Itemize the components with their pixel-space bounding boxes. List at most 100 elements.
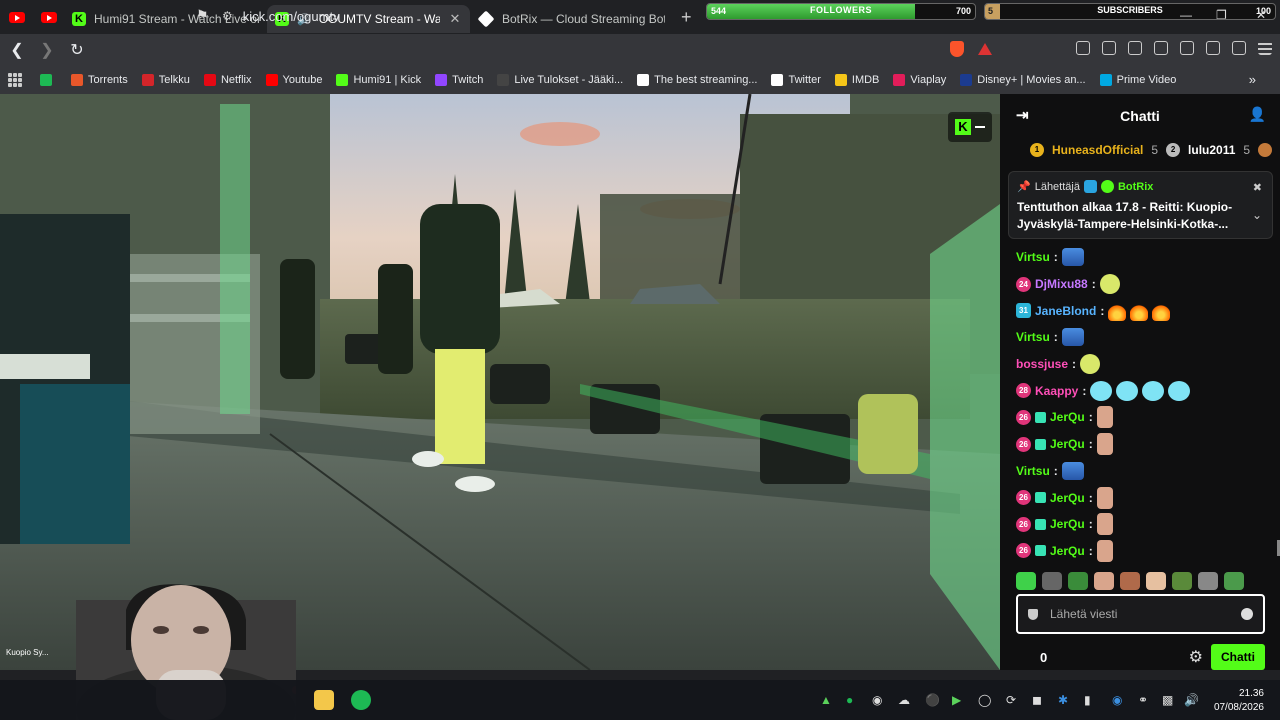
pinned-message[interactable]: 📌 Lähettäjä BotRix Tenttuthon alkaa 17.8… [1008, 171, 1273, 239]
spotify-icon[interactable] [351, 690, 371, 710]
extensions-icon[interactable] [1102, 41, 1116, 55]
chat-settings-icon[interactable]: ⚙ [1189, 647, 1203, 667]
quick-emote-icon[interactable] [1172, 572, 1192, 590]
battery-icon[interactable]: ▮ [1084, 693, 1091, 707]
hand-emote-icon[interactable] [1096, 406, 1113, 429]
chat-username[interactable]: bossjuse [1016, 357, 1068, 371]
chat-username[interactable]: JerQu [1050, 437, 1085, 451]
bookmark-item[interactable]: Youtube [265, 74, 322, 86]
pinned-tab-youtube-1[interactable] [2, 4, 32, 30]
hide-pinned-icon[interactable]: ✖ [1253, 181, 1262, 194]
chat-username[interactable]: JaneBlond [1035, 304, 1096, 318]
fire-emote-icon[interactable] [1152, 300, 1171, 321]
chat-username[interactable]: Virtsu [1016, 250, 1050, 264]
ice-emote-icon[interactable] [1090, 380, 1113, 401]
bookmark-item[interactable]: Disney+ | Movies an... [960, 74, 1086, 86]
bookmark-item[interactable]: Netflix [203, 74, 252, 86]
vpn-icon[interactable] [1232, 41, 1246, 55]
hand-emote-icon[interactable] [1096, 539, 1113, 562]
bookmark-item[interactable]: The best streaming... [637, 74, 757, 86]
volume-icon[interactable]: 🔊 [1184, 693, 1199, 707]
quick-emote-icon[interactable] [1042, 572, 1062, 590]
bookmark-item[interactable]: Torrents [71, 74, 128, 86]
quick-emote-icon[interactable] [1068, 572, 1088, 590]
chat-username[interactable]: JerQu [1050, 410, 1085, 424]
gamepad-icon[interactable]: ◼ [1032, 693, 1042, 707]
menu-icon[interactable] [1258, 41, 1272, 55]
bookmark-item[interactable]: Viaplay [893, 74, 946, 86]
chat-username[interactable]: Virtsu [1016, 330, 1050, 344]
forward-button[interactable]: ❯ [34, 40, 60, 60]
gifter-name[interactable]: HuneasdOfficial [1052, 143, 1143, 157]
chat-username[interactable]: Virtsu [1016, 464, 1050, 478]
shield-icon[interactable] [1028, 608, 1038, 620]
translate-icon[interactable] [1076, 41, 1090, 55]
send-chat-button[interactable]: Chatti [1211, 644, 1265, 670]
quick-emote-icon[interactable] [1224, 572, 1244, 590]
network-icon[interactable]: ▩ [1162, 693, 1173, 707]
channel-points[interactable]: 0 [1040, 650, 1047, 665]
discord-icon[interactable]: ◉ [872, 693, 882, 707]
bookmark-item[interactable] [40, 74, 57, 86]
chat-input-box[interactable] [1016, 594, 1265, 634]
collapse-chat-icon[interactable]: ⇥ [1016, 106, 1029, 124]
back-button[interactable]: ❮ [4, 40, 30, 60]
bookmark-icon[interactable]: ⚑ [196, 7, 209, 24]
bookmark-item[interactable]: Prime Video [1099, 74, 1176, 86]
microphone-icon[interactable]: ⚭ [1138, 693, 1148, 707]
emoji-picker-icon[interactable] [1241, 608, 1253, 620]
security-icon[interactable]: ◉ [1112, 693, 1122, 707]
bookmark-item[interactable]: Telkku [141, 74, 190, 86]
car-emote-icon[interactable] [1061, 461, 1084, 480]
chat-username[interactable]: JerQu [1050, 491, 1085, 505]
file-explorer-icon[interactable] [314, 690, 334, 710]
bookmark-item[interactable]: Live Tulokset - Jääki... [497, 74, 623, 86]
ice-emote-icon[interactable] [1116, 380, 1139, 401]
blob-emote-icon[interactable] [1099, 274, 1120, 295]
quick-emote-icon[interactable] [1146, 572, 1166, 590]
address-bar[interactable]: ⚙ kick.com/ogumtv [222, 4, 1002, 28]
ice-emote-icon[interactable] [1168, 380, 1191, 401]
hand-emote-icon[interactable] [1096, 433, 1113, 456]
chat-input[interactable] [1050, 607, 1229, 621]
site-settings-icon[interactable]: ⚙ [222, 9, 233, 23]
bluetooth-icon[interactable]: ✱ [1058, 693, 1068, 707]
bookmark-item[interactable]: IMDB [834, 74, 879, 86]
quick-emote-icon[interactable] [1120, 572, 1140, 590]
fire-emote-icon[interactable] [1108, 300, 1127, 321]
onedrive-icon[interactable]: ☁ [898, 693, 910, 707]
hand-emote-icon[interactable] [1096, 486, 1113, 509]
wallet-icon[interactable] [1180, 41, 1194, 55]
pinned-by-user[interactable]: BotRix [1118, 181, 1153, 193]
minimize-button[interactable]: — [1180, 8, 1192, 22]
reload-button[interactable]: ↻ [64, 40, 90, 60]
sync-icon[interactable]: ⟳ [1006, 693, 1016, 707]
nvidia-icon[interactable]: ▲ [820, 693, 832, 707]
media-icon[interactable] [1128, 41, 1142, 55]
apps-grid-icon[interactable] [8, 73, 22, 87]
obs-icon[interactable]: ◯ [978, 693, 991, 707]
play-icon[interactable]: ▶ [952, 693, 961, 707]
more-bookmarks-icon[interactable]: » [1249, 72, 1256, 87]
pinned-tab-youtube-2[interactable] [34, 4, 64, 30]
close-window-button[interactable]: ✕ [1256, 8, 1266, 22]
chat-username[interactable]: Kaappy [1035, 384, 1078, 398]
gifter-name[interactable]: lulu2011 [1188, 143, 1235, 157]
chat-username[interactable]: JerQu [1050, 544, 1085, 558]
steam-icon[interactable]: ⚫ [925, 693, 940, 707]
chat-username[interactable]: JerQu [1050, 517, 1085, 531]
brave-shields-icon[interactable] [950, 41, 964, 57]
leo-ai-icon[interactable] [1206, 41, 1220, 55]
sidebar-icon[interactable] [1154, 41, 1168, 55]
brave-rewards-icon[interactable] [978, 43, 992, 55]
spotify-tray-icon[interactable]: ● [846, 693, 853, 707]
bookmark-item[interactable]: Humi91 | Kick [336, 74, 421, 86]
quick-emote-icon[interactable] [1094, 572, 1114, 590]
fire-emote-icon[interactable] [1130, 300, 1149, 321]
bookmark-item[interactable]: Twitch [435, 74, 483, 86]
quick-emote-icon[interactable] [1016, 572, 1036, 590]
ice-emote-icon[interactable] [1142, 380, 1165, 401]
bookmark-item[interactable]: Twitter [771, 74, 821, 86]
system-clock[interactable]: 21.36 07/08/2026 [1214, 687, 1264, 715]
chevron-down-icon[interactable]: ⌄ [1252, 208, 1262, 222]
